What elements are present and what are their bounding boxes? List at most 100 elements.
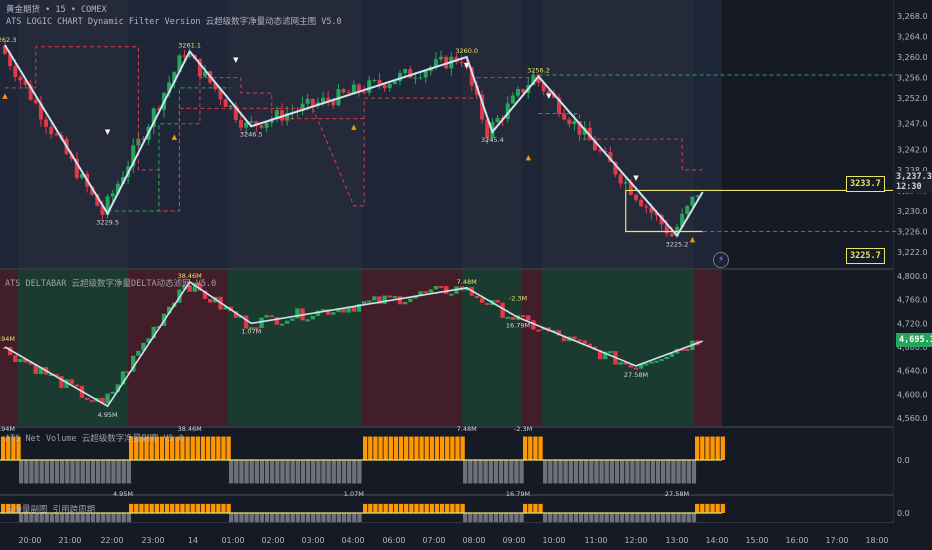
- net-volume-bar: [75, 460, 80, 484]
- session-shade: [362, 0, 462, 268]
- net-volume-bar: [558, 460, 563, 484]
- net-volume-bar: [321, 460, 326, 484]
- net-volume-bar: [373, 436, 378, 460]
- net-volume-bar: [311, 460, 316, 484]
- symbol-name[interactable]: 黄金期货: [6, 5, 40, 15]
- delta-bar: [536, 329, 541, 332]
- net-volume-bar: [383, 436, 388, 460]
- candle-body: [459, 62, 464, 64]
- delta-bar: [18, 358, 23, 363]
- net-volume-bar: [305, 460, 311, 484]
- net-volume-bar: [368, 436, 373, 460]
- net-volume-bar: [434, 436, 440, 460]
- net-volume-bar: [352, 460, 357, 484]
- candle-body: [244, 122, 249, 128]
- delta-last-badge: 4,695.3: [896, 333, 932, 347]
- net-volume-bar: [671, 460, 676, 484]
- cross-period-bar: [398, 503, 404, 513]
- time-axis-label: 20:00: [18, 536, 41, 545]
- net-volume-bar: [280, 460, 285, 484]
- deltabar-indicator-title[interactable]: ATS DELTABAR 云超级数字净量DELTA动态滤网 V5.0: [5, 277, 216, 289]
- cross-period-bar: [609, 513, 614, 523]
- separator: •: [45, 5, 51, 15]
- cross-period-bar: [695, 503, 700, 513]
- net-volume-bar: [357, 460, 362, 484]
- delta-bar: [438, 285, 444, 288]
- delta-bar: [269, 315, 274, 318]
- delta-tick-label: 4,560.0: [897, 414, 928, 423]
- chart-canvas[interactable]: 3,268.0 3,264.0 3,260.0 3,256.0 3,252.0 3,247…: [0, 0, 932, 550]
- candle-body: [228, 105, 233, 107]
- delta-bar: [572, 336, 577, 340]
- delta-bar: [90, 399, 95, 402]
- net-volume-bar: [275, 460, 280, 484]
- delta-session-shade: [228, 270, 362, 426]
- cross-period-bar: [519, 513, 524, 523]
- interval[interactable]: 15: [55, 5, 65, 15]
- time-axis-label: 07:00: [422, 536, 445, 545]
- main-indicator-title[interactable]: ATS LOGIC CHART Dynamic Filter Version 云…: [6, 16, 342, 28]
- net-volume-bar: [185, 436, 190, 460]
- net-volume-bar: [504, 460, 509, 484]
- net-volume-bar: [455, 436, 460, 460]
- cross-period-indicator-title[interactable]: 云净量副图 引用跨周期: [5, 503, 95, 515]
- cross-period-bar: [368, 503, 373, 513]
- candle-body: [618, 174, 623, 184]
- price-tick-label: 3,268.0: [897, 12, 928, 21]
- cross-period-bar: [619, 513, 625, 523]
- cross-period-bar: [463, 513, 468, 523]
- delta-bar: [664, 356, 669, 360]
- net-volume-bar: [645, 460, 650, 484]
- candle-body: [223, 99, 228, 107]
- candle-body: [669, 233, 674, 237]
- net-volume-bar: [239, 460, 244, 484]
- net-volume-bar: [705, 436, 710, 460]
- high-box-price-label: 3233.7: [846, 176, 885, 192]
- net-volume-bar: [548, 460, 553, 484]
- time-axis-label: 04:00: [341, 536, 364, 545]
- cross-period-bar: [528, 503, 533, 513]
- net-volume-label: 7.48M: [457, 425, 477, 433]
- net-volume-indicator-title[interactable]: ATS Net Volume 云超级数字净量副图 V5.0: [5, 432, 184, 444]
- net-volume-bar: [190, 436, 195, 460]
- net-volume-bar: [695, 436, 700, 460]
- session-shade: [128, 0, 228, 268]
- replay-clock-icon[interactable]: ⚡: [713, 252, 729, 268]
- cross-period-bar: [95, 513, 101, 523]
- cross-period-bar: [111, 513, 116, 523]
- candle-body: [18, 76, 23, 81]
- cross-period-bar: [316, 513, 321, 523]
- session-shade: [522, 0, 542, 268]
- delta-pivot-label: 7.48M: [457, 278, 477, 286]
- time-axis-label: 21:00: [58, 536, 81, 545]
- net-volume-bar: [111, 460, 116, 484]
- net-volume-bar: [326, 460, 331, 484]
- net-volume-bar: [419, 436, 424, 460]
- delta-bar: [402, 301, 408, 305]
- candle-body: [403, 69, 408, 74]
- candle-body: [516, 89, 520, 96]
- delta-bar: [423, 291, 428, 294]
- delta-bar: [474, 295, 480, 299]
- cross-period-bar: [170, 503, 175, 513]
- price-tick-label: 3,230.0: [897, 207, 928, 216]
- cross-period-bar: [538, 503, 543, 513]
- sell-signal-icon: ▼: [464, 61, 470, 69]
- net-volume-bar: [229, 460, 234, 484]
- cross-period-bar: [180, 503, 185, 513]
- delta-bar: [290, 318, 295, 321]
- candle-body: [33, 99, 38, 104]
- net-volume-bar: [121, 460, 126, 484]
- net-volume-bar: [578, 460, 584, 484]
- candle-body: [439, 56, 444, 60]
- net-volume-bar: [538, 436, 543, 460]
- net-volume-bar: [563, 460, 568, 484]
- net-volume-bar: [19, 460, 24, 484]
- delta-tick-label: 4,720.0: [897, 319, 928, 328]
- candle-body: [351, 84, 356, 93]
- candle-body: [372, 79, 377, 81]
- net-volume-bar: [341, 460, 347, 484]
- net-volume-bar: [195, 436, 200, 460]
- cross-period-bar: [614, 513, 620, 523]
- delta-bar: [428, 289, 433, 293]
